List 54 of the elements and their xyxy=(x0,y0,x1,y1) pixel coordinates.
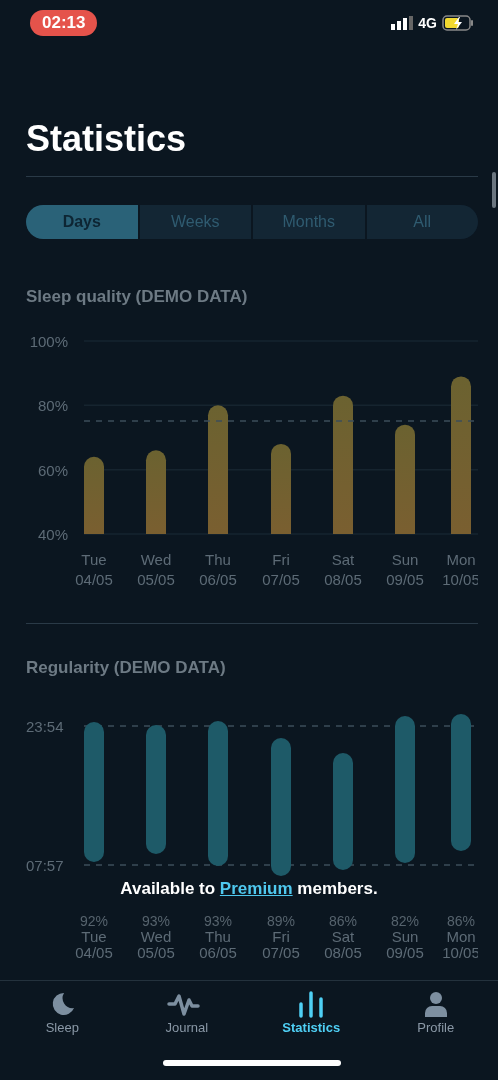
day-label: Mon xyxy=(446,928,476,945)
date-label: 05/05 xyxy=(137,944,175,961)
date-label: 09/05 xyxy=(386,944,424,961)
day-label: Sun xyxy=(391,928,419,945)
recording-time-pill: 02:13 xyxy=(30,10,98,36)
axis-label: 100% xyxy=(29,333,68,350)
date-label: 08/05 xyxy=(324,571,362,588)
score-label: 92% xyxy=(80,913,108,929)
day-label: Tue xyxy=(81,928,107,945)
day-label: Mon xyxy=(446,551,476,568)
nav-tab[interactable]: Sleep xyxy=(0,989,125,1041)
day-label: Wed xyxy=(140,928,172,945)
axis-label: 07:57 xyxy=(26,857,64,874)
score-label: 82% xyxy=(391,913,419,929)
score-label: 93% xyxy=(142,913,170,929)
date-label: 06/05 xyxy=(199,571,237,588)
day-label: Sat xyxy=(331,928,355,945)
day-label: Tue xyxy=(81,551,107,568)
section-title: Sleep quality (DEMO DATA) xyxy=(26,287,249,307)
bar-chart-icon xyxy=(298,990,325,1018)
date-label: 08/05 xyxy=(324,944,362,961)
axis-label: 80% xyxy=(37,397,68,415)
axis-label: 23:54 xyxy=(26,718,64,735)
network-label: 4G xyxy=(418,15,437,31)
battery-charging-icon xyxy=(442,15,474,31)
date-label: 07/05 xyxy=(262,944,300,961)
page-title: Statistics xyxy=(26,118,188,160)
nav-tab[interactable]: Journal xyxy=(124,989,249,1041)
date-label: 05/05 xyxy=(137,571,175,588)
date-label: 04/05 xyxy=(75,944,113,961)
day-label: Sat xyxy=(331,551,355,568)
day-label: Fri xyxy=(272,928,290,945)
scrollbar xyxy=(492,172,496,208)
premium-notice: Available to Premium members. xyxy=(120,879,378,898)
date-label: 04/05 xyxy=(75,571,113,588)
score-label: 89% xyxy=(267,913,295,929)
axis-label: 60% xyxy=(37,461,68,479)
nav-tab[interactable]: Profile xyxy=(373,989,498,1041)
premium-link[interactable]: Premium xyxy=(219,879,293,898)
score-label: 86% xyxy=(447,913,475,929)
day-label: Sun xyxy=(391,551,419,568)
date-label: 06/05 xyxy=(199,944,237,961)
axis-label: 40% xyxy=(37,526,68,543)
day-label: Fri xyxy=(272,551,290,568)
section-title: Regularity (DEMO DATA) xyxy=(26,658,227,678)
signal-icon xyxy=(391,16,414,30)
score-label: 93% xyxy=(204,913,232,929)
score-label: 86% xyxy=(329,913,357,929)
day-label: Thu xyxy=(205,551,231,568)
day-label: Thu xyxy=(205,928,231,945)
nav-tab[interactable]: Statistics xyxy=(249,989,374,1041)
date-label: 07/05 xyxy=(262,571,300,588)
day-label: Wed xyxy=(140,551,172,568)
date-label: 09/05 xyxy=(386,571,424,588)
